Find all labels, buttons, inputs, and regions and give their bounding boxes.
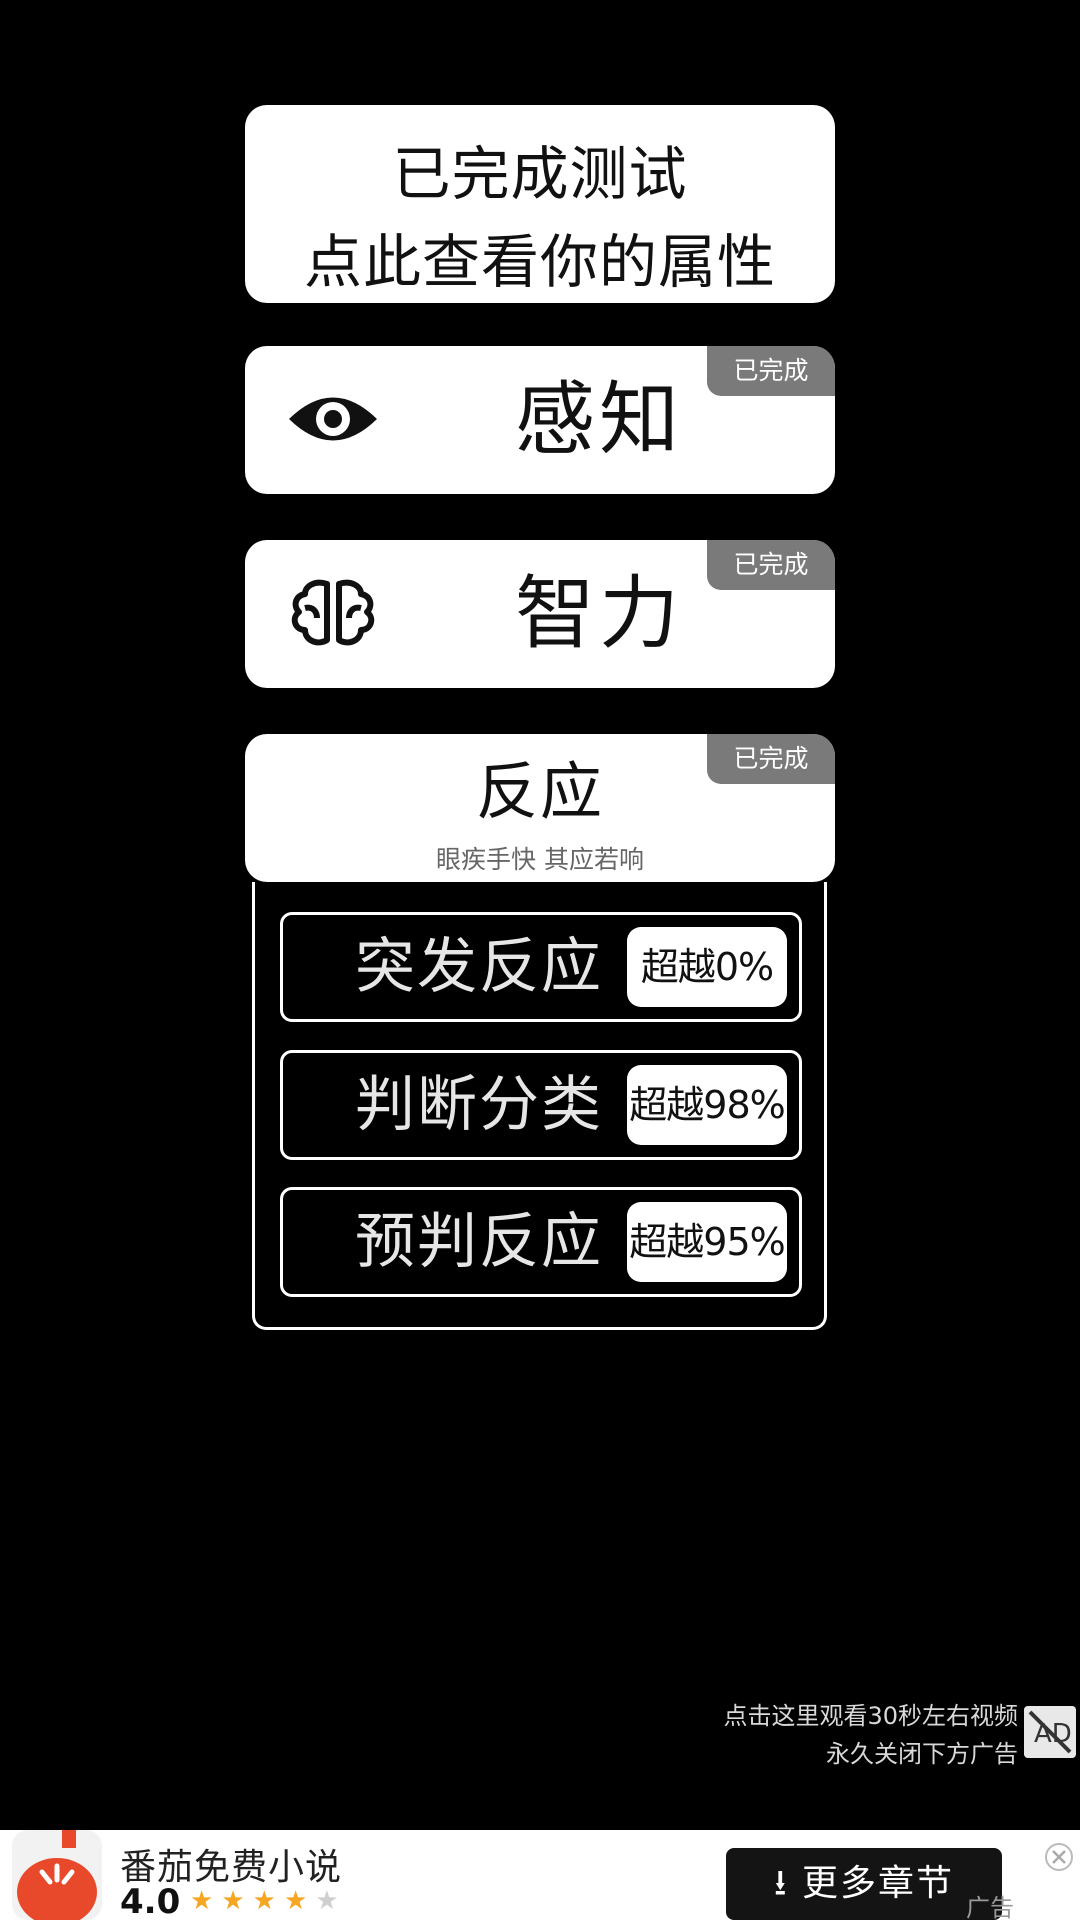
brain-icon (291, 579, 375, 646)
completed-badge: 已完成 (707, 540, 835, 590)
remove-ads-line2: 永久关闭下方广告 (826, 1740, 1018, 1768)
star-icon: ★ (221, 1886, 253, 1916)
screen: 已完成测试 点此查看你的属性 感知 已完成 智力 已完成 反应 眼疾手快 其应若… (0, 0, 1080, 1920)
test-label: 突发反应 (355, 932, 603, 1002)
remove-ads-hint[interactable]: 点击这里观看30秒左右视频 永久关闭下方广告 (723, 1697, 1018, 1773)
test-label: 预判反应 (355, 1207, 603, 1277)
completed-badge: 已完成 (707, 734, 835, 784)
reaction-test-item[interactable]: 突发反应 超越0% (280, 912, 802, 1022)
more-chapters-label: 更多章节 (802, 1863, 955, 1904)
no-ad-icon[interactable]: AD (1024, 1706, 1076, 1758)
more-chapters-button[interactable]: ⭳ 更多章节 (726, 1848, 1002, 1920)
eye-icon (289, 397, 377, 441)
close-icon[interactable] (1044, 1842, 1074, 1872)
star-icon: ★ (190, 1886, 222, 1916)
test-label: 判断分类 (355, 1070, 603, 1140)
app-rating: 4.0 (120, 1882, 181, 1920)
reaction-test-item[interactable]: 预判反应 超越95% (280, 1187, 802, 1297)
category-label: 智力 (515, 567, 683, 660)
ad-tag: 广告 (966, 1894, 1014, 1920)
app-logo-icon (12, 1830, 102, 1920)
star-icon: ★ (252, 1886, 284, 1916)
star-icon: ★ (315, 1886, 347, 1916)
download-icon: ⭳ (773, 1863, 803, 1904)
summary-title: 已完成测试 (392, 140, 688, 208)
star-icon: ★ (283, 1886, 316, 1916)
category-intelligence-card[interactable]: 智力 已完成 (245, 540, 835, 688)
category-reaction-card[interactable]: 反应 眼疾手快 其应若响 已完成 (245, 734, 835, 882)
summary-subtitle: 点此查看你的属性 (303, 228, 776, 296)
view-attributes-card[interactable]: 已完成测试 点此查看你的属性 (245, 105, 835, 303)
completed-badge: 已完成 (707, 346, 835, 396)
category-label: 感知 (515, 373, 683, 466)
rating-stars: ★★★★★ (190, 1886, 347, 1916)
reaction-test-item[interactable]: 判断分类 超越98% (280, 1050, 802, 1160)
category-subtitle: 眼疾手快 其应若响 (436, 845, 644, 874)
score-badge: 超越95% (627, 1202, 787, 1282)
category-perception-card[interactable]: 感知 已完成 (245, 346, 835, 494)
score-badge: 超越98% (627, 1065, 787, 1145)
remove-ads-line1: 点击这里观看30秒左右视频 (723, 1702, 1018, 1730)
ad-banner[interactable]: 番茄免费小说 4.0 ★★★★★ ⭳ 更多章节 广告 (0, 1830, 1080, 1920)
score-badge: 超越0% (627, 927, 787, 1007)
